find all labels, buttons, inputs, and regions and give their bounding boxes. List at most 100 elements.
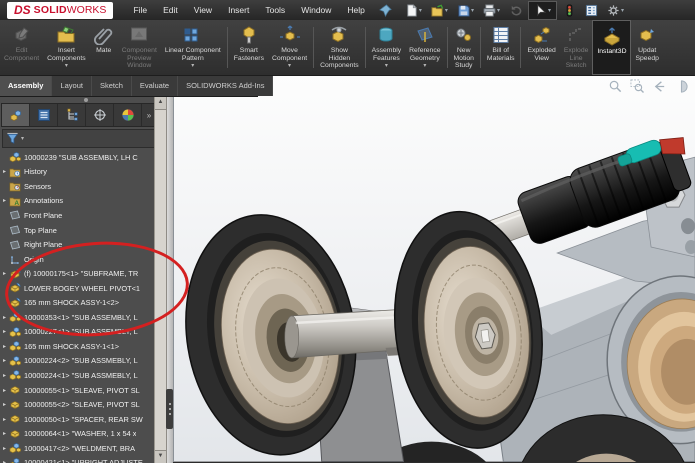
new-motion-study-button[interactable]: NewMotionStudy (450, 20, 478, 75)
move-component-button[interactable]: MoveComponent▾ (268, 20, 311, 75)
filter-funnel-icon[interactable] (6, 132, 19, 145)
propertymanager-tab[interactable] (30, 104, 58, 126)
assembly-features-button[interactable]: AssemblyFeatures▾ (368, 20, 405, 75)
smart-fasteners-button[interactable]: SmartFasteners (230, 20, 268, 75)
tree-item[interactable]: Top Plane (0, 223, 154, 238)
menu-edit[interactable]: Edit (155, 2, 186, 18)
dropdown-caret-icon[interactable]: ▾ (471, 7, 474, 14)
dropdown-caret-icon[interactable]: ▾ (445, 7, 448, 14)
panel-splitter[interactable] (166, 97, 173, 463)
tab-assembly[interactable]: Assembly (0, 75, 52, 96)
expand-arrow-icon[interactable]: ▸ (0, 387, 9, 394)
linear-pattern-button[interactable]: Linear ComponentPattern▾ (161, 20, 225, 75)
tree-item[interactable]: ▸10000224<2> "SUB ASSMEBLY, L (0, 354, 154, 369)
exploded-view-button[interactable]: ExplodedView (523, 20, 559, 75)
tree-item[interactable]: ▸(f) 10000175<1> "SUBFRAME, TR (0, 266, 154, 281)
graphics-area[interactable] (173, 75, 695, 462)
tab-solidworks-add-ins[interactable]: SOLIDWORKS Add-Ins (178, 75, 273, 96)
dropdown-caret-icon[interactable]: ▾ (497, 7, 500, 14)
tree-filter[interactable]: ▾ (2, 129, 155, 148)
select-cursor-button[interactable]: ▾ (528, 1, 557, 20)
tree-item[interactable]: ▸10000050<1> "SPACER, REAR SW (0, 412, 154, 427)
displaymanager-tab[interactable] (114, 104, 142, 126)
tree-item[interactable]: ▸165 mm SHOCK ASSY-1<1> (0, 339, 154, 354)
zoom-to-area-icon[interactable] (630, 79, 645, 94)
dropdown-caret-icon[interactable]: ▾ (548, 7, 551, 14)
dropdown-caret-icon[interactable]: ▾ (191, 63, 194, 71)
settings-gear-button[interactable]: ▾ (604, 1, 627, 20)
menu-insert[interactable]: Insert (220, 2, 257, 18)
tree-item[interactable]: ▸10000055<2> "SLEAVE, PIVOT SL (0, 397, 154, 412)
tree-scrollbar[interactable]: ▲ ▼ (154, 97, 166, 463)
bill-of-materials-button[interactable]: Bill ofMaterials (483, 20, 519, 75)
tree-item[interactable]: 165 mm SHOCK ASSY-1<2> (0, 295, 154, 310)
print-button[interactable]: ▾ (480, 1, 503, 20)
expand-arrow-icon[interactable]: ▸ (0, 270, 9, 277)
expand-arrow-icon[interactable]: ▸ (0, 197, 9, 204)
insert-components-button[interactable]: InsertComponents▾ (43, 20, 90, 75)
expand-arrow-icon[interactable]: ▸ (0, 314, 9, 321)
tree-item[interactable]: ▸10000224<1> "SUB ASSMEBLY, L (0, 368, 154, 383)
show-hidden-button[interactable]: ShowHiddenComponents (316, 20, 363, 75)
tree-item[interactable]: ▸10000227<1> "SUB ASSEMBLY, L (0, 325, 154, 340)
filter-caret-icon[interactable]: ▾ (21, 135, 24, 142)
dropdown-caret-icon[interactable]: ▾ (385, 63, 388, 71)
undo-button[interactable] (506, 1, 525, 20)
tree-item[interactable]: Origin (0, 252, 154, 267)
menu-window[interactable]: Window (293, 2, 339, 18)
tab-sketch[interactable]: Sketch (92, 75, 132, 96)
expand-arrow-icon[interactable]: ▸ (0, 459, 9, 463)
new-document-button[interactable]: ▾ (402, 1, 425, 20)
expand-arrow-icon[interactable]: ▸ (0, 401, 9, 408)
tab-evaluate[interactable]: Evaluate (132, 75, 178, 96)
configurationmanager-tab[interactable] (58, 104, 86, 126)
expand-arrow-icon[interactable]: ▸ (0, 168, 9, 175)
menu-file[interactable]: File (125, 2, 155, 18)
expand-arrow-icon[interactable]: ▸ (0, 357, 9, 364)
zoom-to-fit-icon[interactable] (608, 79, 623, 94)
menu-view[interactable]: View (186, 2, 220, 18)
scrollbar-down-button[interactable]: ▼ (155, 450, 166, 463)
tab-layout[interactable]: Layout (52, 75, 92, 96)
rebuild-traffic-light-button[interactable] (560, 1, 579, 20)
expand-arrow-icon[interactable]: ▸ (0, 445, 9, 452)
tree-item[interactable]: Front Plane (0, 208, 154, 223)
menu-tools[interactable]: Tools (257, 2, 293, 18)
dropdown-caret-icon[interactable]: ▾ (419, 7, 422, 14)
save-button[interactable]: ▾ (454, 1, 477, 20)
reference-geometry-button[interactable]: ReferenceGeometry▾ (405, 20, 444, 75)
dropdown-caret-icon[interactable]: ▾ (65, 63, 68, 71)
featuremanager-tab[interactable] (2, 104, 30, 126)
3d-model-scene[interactable] (174, 75, 695, 462)
scrollbar-up-button[interactable]: ▲ (155, 97, 166, 110)
tree-item[interactable]: ▸AAnnotations (0, 194, 154, 209)
update-speedpak-button[interactable]: UpdatSpeedp (631, 20, 662, 75)
expand-arrow-icon[interactable]: ▸ (0, 328, 9, 335)
tree-item[interactable]: ▸10000064<1> "WASHER, 1 x 54 x (0, 426, 154, 441)
tree-item[interactable]: Right Plane (0, 237, 154, 252)
tree-item[interactable]: ▸10000353<1> "SUB ASSEMBLY, L (0, 310, 154, 325)
tree-item[interactable]: ▸10000417<2> "WELDMENT, BRA (0, 441, 154, 456)
options-list-button[interactable] (582, 1, 601, 20)
mate-button[interactable]: Mate (90, 20, 118, 75)
pin-icon[interactable] (379, 4, 392, 17)
open-button[interactable]: ▾ (428, 1, 451, 20)
expand-arrow-icon[interactable]: ▸ (0, 430, 9, 437)
expand-arrow-icon[interactable]: ▸ (0, 416, 9, 423)
tree-item[interactable]: Sensors (0, 179, 154, 194)
section-view-icon[interactable] (674, 79, 689, 94)
dropdown-caret-icon[interactable]: ▾ (288, 63, 291, 71)
menu-help[interactable]: Help (339, 2, 372, 18)
dropdown-caret-icon[interactable]: ▾ (621, 7, 624, 14)
dimxpertmanager-tab[interactable] (86, 104, 114, 126)
panel-splitter-dot[interactable] (84, 98, 88, 102)
panel-splitter-handle[interactable] (166, 389, 173, 429)
previous-view-icon[interactable] (652, 79, 667, 94)
dropdown-caret-icon[interactable]: ▾ (423, 63, 426, 71)
tree-item[interactable]: 10000239 "SUB ASSEMBLY, LH C (0, 150, 154, 165)
tree-item[interactable]: LOWER BOGEY WHEEL PIVOT<1 (0, 281, 154, 296)
tree-item[interactable]: ▸10000055<1> "SLEAVE, PIVOT SL (0, 383, 154, 398)
tree-item[interactable]: ▸History (0, 165, 154, 180)
expand-arrow-icon[interactable]: ▸ (0, 343, 9, 350)
expand-arrow-icon[interactable]: ▸ (0, 372, 9, 379)
